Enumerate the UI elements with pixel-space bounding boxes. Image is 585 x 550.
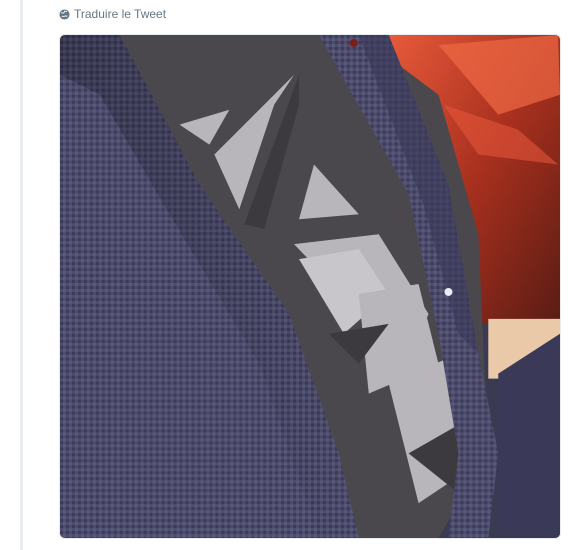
translate-tweet-link[interactable]: Traduire le Tweet [59, 6, 166, 22]
tweet-container: Traduire le Tweet [0, 0, 585, 550]
globe-icon [59, 8, 70, 20]
translate-tweet-label: Traduire le Tweet [74, 7, 167, 21]
photo-content [60, 35, 560, 538]
tweet-photo[interactable] [59, 34, 561, 539]
thread-line [20, 0, 23, 550]
